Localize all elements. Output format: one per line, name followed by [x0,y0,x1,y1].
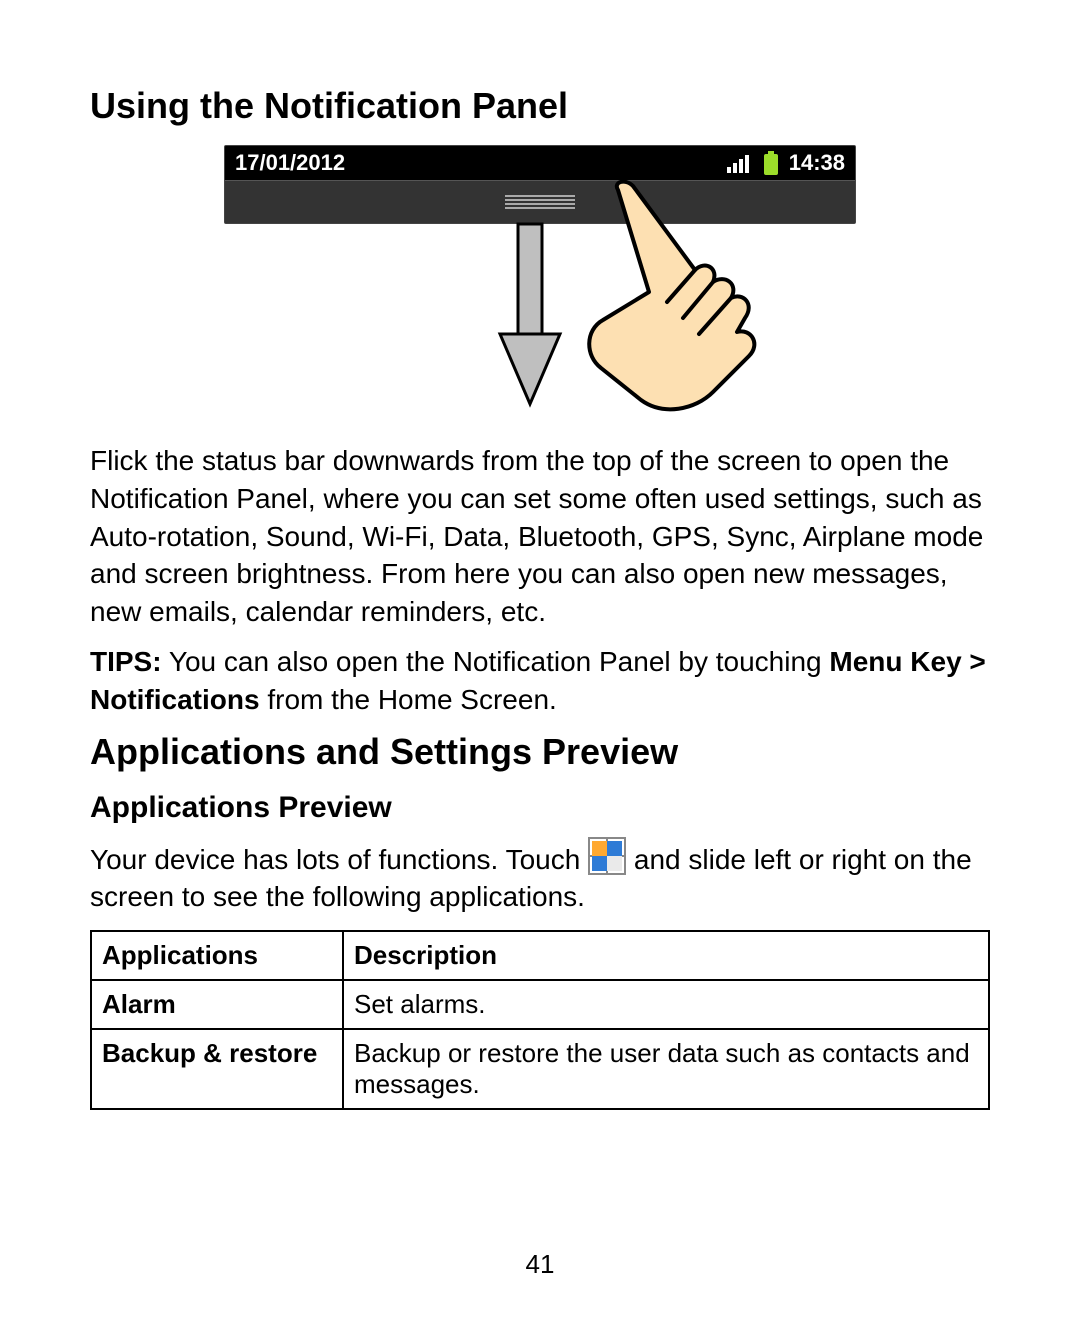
status-date: 17/01/2012 [235,150,345,176]
table-cell-desc: Backup or restore the user data such as … [343,1029,989,1109]
manual-page: Using the Notification Panel 17/01/2012 [0,0,1080,1320]
battery-icon [763,151,779,175]
notification-panel-illustration: 17/01/2012 [90,145,990,424]
section-heading-2: Applications and Settings Preview [90,731,990,773]
status-time: 14:38 [789,150,845,176]
signal-icon [727,153,753,173]
paragraph-tips: TIPS: You can also open the Notification… [90,643,990,719]
hand-icon [563,180,763,425]
tips-text-2: from the Home Screen. [260,684,557,715]
tips-text-1: You can also open the Notification Panel… [162,646,830,677]
gesture-area [225,224,855,424]
apps-grid-icon [588,837,626,875]
arrow-down-icon [490,219,570,414]
page-number: 41 [0,1249,1080,1280]
applications-table: Applications Description Alarm Set alarm… [90,930,990,1110]
section-heading: Using the Notification Panel [90,85,990,127]
tips-label: TIPS: [90,646,162,677]
table-cell-app: Backup & restore [91,1029,343,1109]
table-row: Backup & restore Backup or restore the u… [91,1029,989,1109]
table-cell-app: Alarm [91,980,343,1029]
table-row: Alarm Set alarms. [91,980,989,1029]
apps-text-a: Your device has lots of functions. Touch [90,844,588,875]
table-header-applications: Applications [91,931,343,980]
table-header-description: Description [343,931,989,980]
paragraph-apps: Your device has lots of functions. Touch… [90,837,990,917]
table-header-row: Applications Description [91,931,989,980]
status-right: 14:38 [727,150,845,176]
subsection-heading: Applications Preview [90,791,990,825]
table-cell-desc: Set alarms. [343,980,989,1029]
status-row: 17/01/2012 [225,146,855,180]
paragraph-notification: Flick the status bar downwards from the … [90,442,990,631]
